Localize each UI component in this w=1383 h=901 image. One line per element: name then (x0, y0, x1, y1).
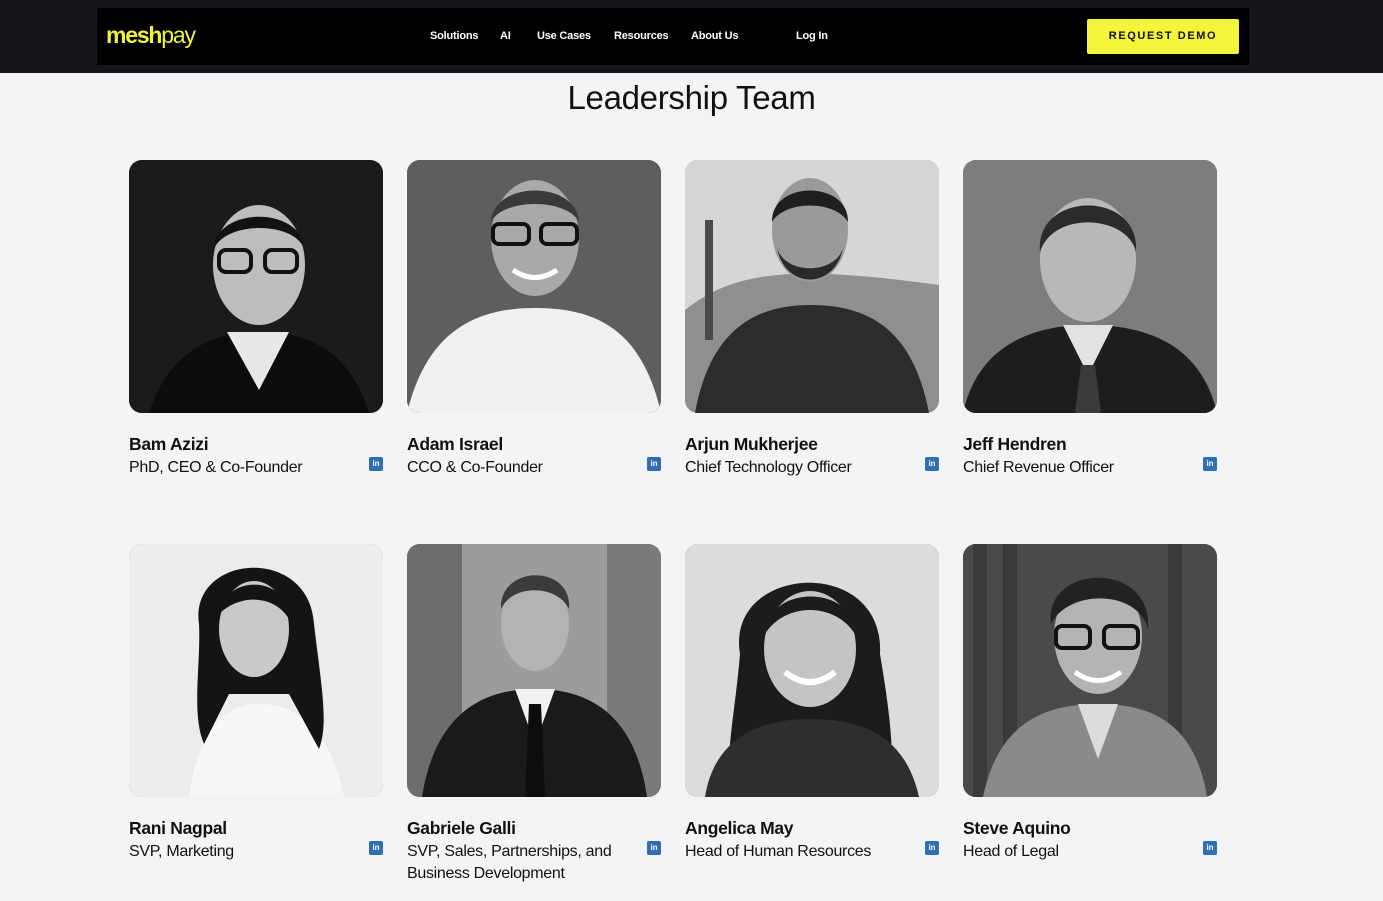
nav-item-ai[interactable]: AI (500, 29, 511, 43)
member-role: CCO & Co-Founder (407, 459, 543, 476)
login-link[interactable]: Log In (796, 29, 828, 43)
linkedin-icon[interactable] (647, 457, 661, 471)
linkedin-icon[interactable] (647, 841, 661, 855)
member-name: Bam Azizi (129, 434, 209, 454)
team-card: Arjun Mukherjee Chief Technology Officer (685, 160, 939, 476)
linkedin-icon[interactable] (925, 457, 939, 471)
member-role: Head of Human Resources (685, 843, 872, 860)
team-photo (407, 160, 661, 413)
member-name: Rani Nagpal (129, 818, 227, 838)
team-photo (963, 160, 1217, 413)
member-name: Steve Aquino (963, 818, 1071, 838)
member-role: Chief Revenue Officer (963, 459, 1114, 476)
linkedin-icon[interactable] (369, 457, 383, 471)
member-name: Gabriele Galli (407, 818, 516, 838)
member-role: Head of Legal (963, 843, 1059, 860)
nav-item-resources[interactable]: Resources (614, 29, 669, 43)
member-name: Angelica May (685, 818, 794, 838)
team-card: Steve Aquino Head of Legal (963, 544, 1217, 860)
member-role: Chief Technology Officer (685, 459, 852, 476)
team-photo (129, 160, 383, 413)
team-card: Rani Nagpal SVP, Marketing (129, 544, 383, 860)
team-photo (685, 160, 939, 413)
nav-item-use-cases[interactable]: Use Cases (537, 29, 591, 43)
member-name: Adam Israel (407, 434, 503, 454)
team-photo (129, 544, 383, 797)
section-title: Leadership Team (567, 79, 816, 116)
team-photo (685, 544, 939, 797)
member-role: SVP, Marketing (129, 843, 234, 860)
nav-item-solutions[interactable]: Solutions (430, 29, 479, 43)
member-role: SVP, Sales, Partnerships, and Business D… (407, 843, 612, 882)
team-photo (407, 544, 661, 797)
logo-text-mesh: mesh (106, 22, 163, 48)
team-photo (963, 544, 1217, 797)
member-name: Arjun Mukherjee (685, 434, 818, 454)
team-card: Bam Azizi PhD, CEO & Co-Founder (129, 160, 383, 476)
nav-bar: meshpay Solutions AI Use Cases Resources… (97, 8, 1249, 65)
request-demo-button[interactable]: REQUEST DEMO (1087, 19, 1239, 54)
site-header: meshpay Solutions AI Use Cases Resources… (0, 0, 1383, 73)
logo-text-pay: pay (161, 22, 196, 48)
member-role: PhD, CEO & Co-Founder (129, 459, 303, 476)
linkedin-icon[interactable] (925, 841, 939, 855)
linkedin-icon[interactable] (1203, 457, 1217, 471)
team-card: Jeff Hendren Chief Revenue Officer (963, 160, 1217, 476)
team-card: Gabriele Galli SVP, Sales, Partnerships,… (407, 544, 661, 882)
linkedin-icon[interactable] (369, 841, 383, 855)
member-name: Jeff Hendren (963, 434, 1067, 454)
linkedin-icon[interactable] (1203, 841, 1217, 855)
team-card: Adam Israel CCO & Co-Founder (407, 160, 661, 476)
meshpay-logo[interactable]: meshpay (106, 22, 196, 49)
team-card: Angelica May Head of Human Resources (685, 544, 939, 860)
nav-item-about-us[interactable]: About Us (691, 29, 738, 43)
